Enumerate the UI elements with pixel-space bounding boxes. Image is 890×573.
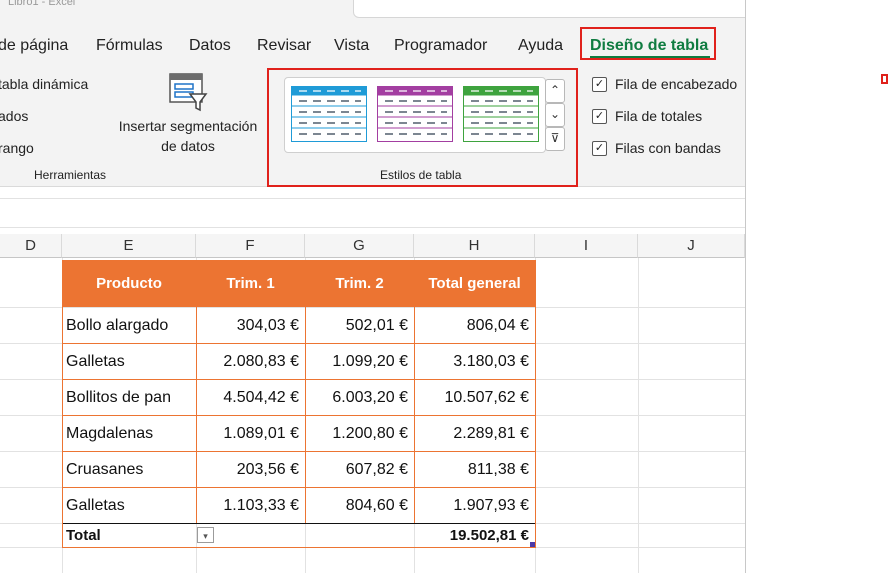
- insert-slicer-icon[interactable]: [168, 72, 208, 112]
- tools-group-label: Herramientas: [34, 168, 107, 182]
- total-row-option[interactable]: ✓ Fila de totales: [592, 107, 702, 125]
- window-title: Libro1 - Excel: [8, 0, 76, 8]
- tab-view[interactable]: Vista: [334, 37, 369, 55]
- total-row-checkbox[interactable]: ✓: [592, 108, 607, 124]
- tab-formulas[interactable]: Fórmulas: [96, 37, 163, 55]
- insert-slicer-label-2: de datos: [161, 138, 215, 154]
- remove-duplicates-button[interactable]: ados: [0, 108, 28, 124]
- summarize-pivot-button[interactable]: tabla dinámica: [0, 76, 88, 92]
- header-total-general[interactable]: Total general: [414, 260, 535, 307]
- table-cell[interactable]: 1.907,93 €: [414, 488, 535, 523]
- convert-to-range-button[interactable]: rango: [0, 140, 34, 156]
- formula-bar[interactable]: [0, 198, 745, 228]
- table-style-green[interactable]: [463, 86, 539, 142]
- tab-page-layout[interactable]: de página: [0, 37, 68, 55]
- column-header-h[interactable]: H: [414, 234, 535, 258]
- table-cell[interactable]: Bollo alargado: [62, 308, 196, 343]
- header-producto[interactable]: Producto: [62, 260, 196, 307]
- insert-slicer-button[interactable]: Insertar segmentación de datos: [108, 116, 268, 156]
- highlight-table-design-tab: [580, 27, 716, 60]
- table-cell[interactable]: 10.507,62 €: [414, 380, 535, 415]
- tab-data[interactable]: Datos: [189, 37, 231, 55]
- table-cell[interactable]: Cruasanes: [62, 452, 196, 487]
- tab-help[interactable]: Ayuda: [518, 37, 563, 55]
- table-cell[interactable]: 607,82 €: [305, 452, 414, 487]
- table-cell[interactable]: 2.289,81 €: [414, 416, 535, 451]
- table-cell[interactable]: 2.080,83 €: [196, 344, 305, 379]
- search-box[interactable]: [353, 0, 745, 18]
- column-header-e[interactable]: E: [62, 234, 196, 258]
- total-row-label-cell[interactable]: Total: [62, 524, 196, 547]
- header-row-option[interactable]: ✓ Fila de encabezado: [592, 75, 737, 93]
- column-header-i[interactable]: I: [535, 234, 638, 258]
- header-row-label: Fila de encabezado: [615, 76, 738, 92]
- total-dropdown-button[interactable]: ▾: [197, 527, 214, 543]
- tab-review[interactable]: Revisar: [257, 37, 311, 55]
- gallery-scroll-down-button[interactable]: ⌄: [545, 103, 565, 127]
- table-style-blue[interactable]: [291, 86, 367, 142]
- excel-window: Libro1 - Excel de página Fórmulas Datos …: [0, 0, 746, 573]
- column-header-d[interactable]: D: [0, 234, 62, 258]
- tab-developer[interactable]: Programador: [394, 37, 487, 55]
- table-cell[interactable]: 1.200,80 €: [305, 416, 414, 451]
- banded-rows-option[interactable]: ✓ Filas con bandas: [592, 139, 721, 157]
- title-bar: Libro1 - Excel: [0, 0, 745, 30]
- header-row-checkbox[interactable]: ✓: [592, 76, 607, 92]
- insert-slicer-label-1: Insertar segmentación: [118, 118, 258, 134]
- total-row-label: Fila de totales: [615, 108, 703, 124]
- table-cell[interactable]: 1.089,01 €: [196, 416, 305, 451]
- column-header-f[interactable]: F: [196, 234, 305, 258]
- table-cell[interactable]: Bollitos de pan: [62, 380, 196, 415]
- banded-rows-checkbox[interactable]: ✓: [592, 140, 607, 156]
- table-cell[interactable]: 304,03 €: [196, 308, 305, 343]
- table-resize-handle[interactable]: [530, 542, 535, 547]
- gallery-scroll-up-button[interactable]: ⌃: [545, 79, 565, 103]
- total-value-cell[interactable]: 19.502,81 €: [414, 524, 535, 547]
- table-cell[interactable]: Galletas: [62, 488, 196, 523]
- banded-rows-label: Filas con bandas: [615, 140, 721, 156]
- table-cell[interactable]: 1.099,20 €: [305, 344, 414, 379]
- table-cell[interactable]: 3.180,03 €: [414, 344, 535, 379]
- styles-group-label: Estilos de tabla: [380, 168, 462, 182]
- table-cell[interactable]: 203,56 €: [196, 452, 305, 487]
- column-header-j[interactable]: J: [638, 234, 745, 258]
- table-cell[interactable]: 502,01 €: [305, 308, 414, 343]
- table-cell[interactable]: 811,38 €: [414, 452, 535, 487]
- table-cell[interactable]: Galletas: [62, 344, 196, 379]
- table-cell[interactable]: Magdalenas: [62, 416, 196, 451]
- column-header-g[interactable]: G: [305, 234, 414, 258]
- table-cell[interactable]: 1.103,33 €: [196, 488, 305, 523]
- table-style-purple[interactable]: [377, 86, 453, 142]
- table-cell[interactable]: 6.003,20 €: [305, 380, 414, 415]
- table-cell[interactable]: 804,60 €: [305, 488, 414, 523]
- highlight-marker: [881, 74, 888, 84]
- table-styles-gallery: [284, 77, 546, 153]
- header-trim-1[interactable]: Trim. 1: [196, 260, 305, 307]
- header-trim-2[interactable]: Trim. 2: [305, 260, 414, 307]
- table-cell[interactable]: 4.504,42 €: [196, 380, 305, 415]
- table-cell[interactable]: 806,04 €: [414, 308, 535, 343]
- gallery-more-button[interactable]: ⊽: [545, 127, 565, 151]
